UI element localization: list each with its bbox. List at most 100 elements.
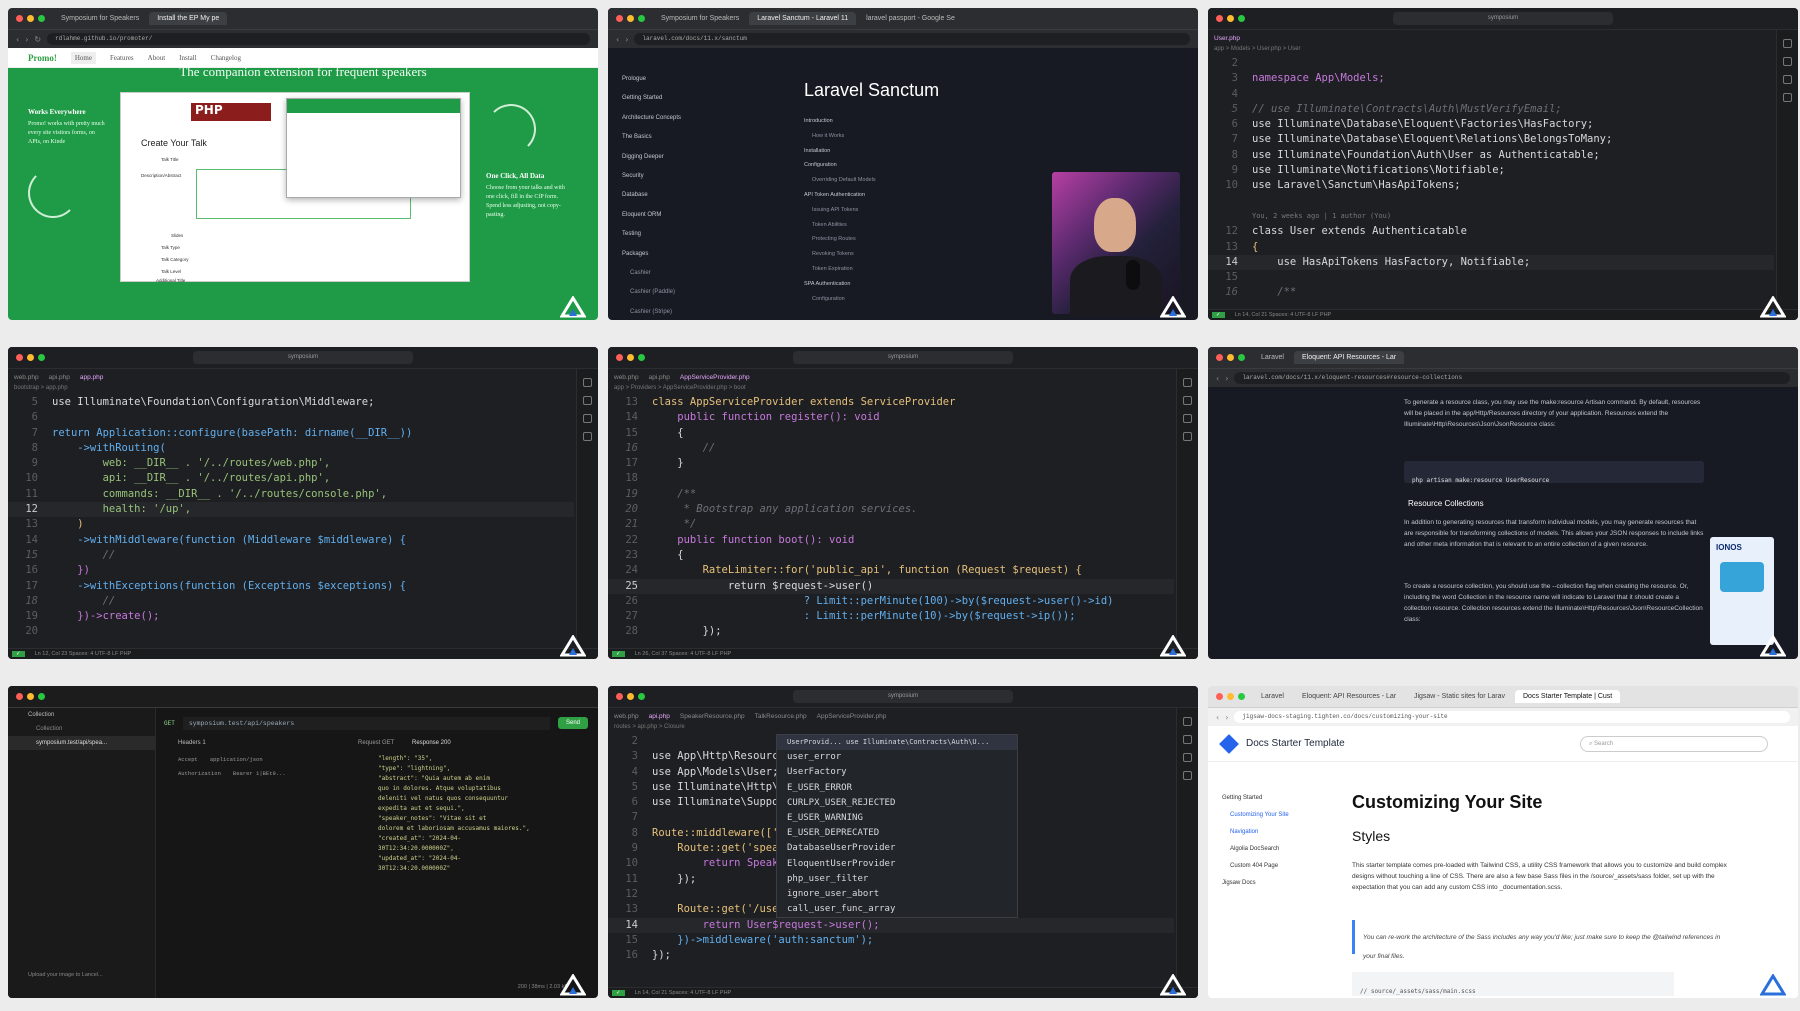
suggestion-item[interactable]: E_USER_DEPRECATED — [777, 826, 1017, 841]
site-brand[interactable]: Docs Starter Template — [1246, 738, 1345, 749]
search-icon[interactable] — [1183, 396, 1192, 405]
toc-item[interactable]: Configuration — [804, 292, 876, 307]
header-value[interactable]: Bearer 1|BEt9... — [233, 770, 286, 777]
toc-item[interactable]: How it Works — [804, 129, 876, 144]
collection-item[interactable]: Collection — [8, 722, 155, 736]
nav-item[interactable]: Eloquent ORM — [622, 206, 681, 225]
command-search[interactable]: symposium — [793, 690, 1013, 703]
back-icon[interactable]: ‹ — [616, 35, 619, 44]
suggestion-item[interactable]: E_USER_WARNING — [777, 811, 1017, 826]
nav-item[interactable]: The Basics — [622, 128, 681, 147]
suggestion-item[interactable]: EloquentUserProvider — [777, 857, 1017, 872]
nav-features[interactable]: Features — [110, 54, 134, 62]
branch-icon[interactable]: ✓ — [1212, 312, 1225, 318]
browser-tab[interactable]: laravel passport - Google Se — [858, 12, 963, 25]
send-button[interactable]: Send — [557, 717, 588, 729]
editor-tab[interactable]: web.php — [14, 374, 39, 381]
window-controls[interactable] — [1216, 15, 1245, 22]
headers-label[interactable]: Headers 1 — [178, 740, 206, 746]
editor-tab-active[interactable]: app.php — [80, 374, 104, 381]
toc-item[interactable]: Introduction — [804, 114, 876, 129]
source-control-icon[interactable] — [1183, 753, 1192, 762]
window-controls[interactable] — [616, 693, 645, 700]
explorer-icon[interactable] — [1183, 717, 1192, 726]
suggestion-item[interactable]: user_error — [777, 750, 1017, 765]
editor-tab[interactable]: web.php — [614, 713, 639, 720]
suggestion-item[interactable]: php_user_filter — [777, 872, 1017, 887]
nav-item[interactable]: Cashier — [622, 264, 681, 283]
suggestion-item[interactable]: UserFactory — [777, 765, 1017, 780]
nav-item[interactable]: Prologue — [622, 70, 681, 89]
command-search[interactable]: symposium — [1393, 12, 1613, 25]
code-editor[interactable]: 13 class AppServiceProvider extends Servi… — [608, 395, 1174, 647]
toc-item[interactable]: Overriding Default Models — [804, 173, 876, 188]
nav-item[interactable]: Packages — [622, 245, 681, 264]
nav-item[interactable]: Cashier (Paddle) — [622, 283, 681, 302]
suggestion-item[interactable]: CURLPX_USER_REJECTED — [777, 796, 1017, 811]
search-icon[interactable] — [1783, 57, 1792, 66]
url-input[interactable]: rdlahme.github.io/promoter/ — [47, 33, 590, 45]
request-url-input[interactable]: symposium.test/api/speakers — [182, 716, 550, 730]
url-input[interactable]: laravel.com/docs/11.x/sanctum — [634, 33, 1190, 45]
collection-item[interactable]: Collection — [8, 708, 155, 722]
code-editor[interactable]: 2 3 namespace App\Models; 4 5// use Illum… — [1208, 56, 1774, 308]
url-input[interactable]: jigsaw-docs-staging.tighten.co/docs/cust… — [1234, 711, 1790, 723]
nav-item[interactable]: Security — [622, 167, 681, 186]
explorer-icon[interactable] — [1783, 39, 1792, 48]
toc-item[interactable]: Configuration — [804, 158, 876, 173]
browser-tab[interactable]: Laravel — [1253, 351, 1292, 364]
nav-item[interactable]: Getting Started — [1222, 790, 1289, 807]
editor-tab[interactable]: api.php — [49, 374, 70, 381]
code-editor[interactable]: 5 use Illuminate\Foundation\Configuration… — [8, 395, 574, 647]
source-control-icon[interactable] — [1183, 414, 1192, 423]
nav-item[interactable]: Navigation — [1222, 824, 1289, 841]
editor-tab[interactable]: SpeakerResource.php — [680, 713, 745, 720]
explorer-icon[interactable] — [1183, 378, 1192, 387]
nav-about[interactable]: About — [148, 54, 166, 62]
response-tab[interactable]: Response 200 — [412, 740, 451, 746]
command-search[interactable]: symposium — [793, 351, 1013, 364]
extensions-icon[interactable] — [1183, 432, 1192, 441]
request-tab[interactable]: Request GET — [358, 740, 394, 746]
toc-item[interactable]: Issuing API Tokens — [804, 203, 876, 218]
window-controls[interactable] — [16, 693, 45, 700]
method-label[interactable]: GET — [164, 720, 175, 727]
browser-tab-active[interactable]: Eloquent: API Resources - Lar — [1293, 351, 1404, 364]
window-controls[interactable] — [1216, 693, 1245, 700]
editor-tab[interactable]: api.php — [649, 374, 670, 381]
nav-item[interactable]: Architecture Concepts — [622, 109, 681, 128]
extensions-icon[interactable] — [583, 432, 592, 441]
browser-tab[interactable]: Jigsaw - Static sites for Larav — [1406, 690, 1513, 703]
browser-tab-active[interactable]: Laravel Sanctum - Laravel 11 — [749, 12, 857, 25]
browser-tab[interactable]: Symposium for Speakers — [53, 12, 147, 25]
toc-item[interactable]: Token Expiration — [804, 262, 876, 277]
editor-tab[interactable]: AppServiceProvider.php — [817, 713, 887, 720]
browser-tab[interactable]: Eloquent: API Resources - Lar — [1294, 690, 1404, 703]
nav-changelog[interactable]: Changelog — [211, 54, 241, 62]
toc-item[interactable]: Revoking Tokens — [804, 247, 876, 262]
toc-item[interactable]: Token Abilities — [804, 218, 876, 233]
header-key[interactable]: Accept — [178, 756, 198, 763]
source-control-icon[interactable] — [583, 414, 592, 423]
window-controls[interactable] — [16, 15, 45, 22]
suggestion-item[interactable]: ignore_user_abort — [777, 887, 1017, 902]
search-icon[interactable] — [1183, 735, 1192, 744]
editor-tab-active[interactable]: api.php — [649, 713, 670, 720]
suggestion-item[interactable]: DatabaseUserProvider — [777, 841, 1017, 856]
toc-item[interactable]: SPA Authentication — [804, 277, 876, 292]
nav-install[interactable]: Install — [179, 54, 197, 62]
explorer-icon[interactable] — [583, 378, 592, 387]
nav-item[interactable]: Algolia DocSearch — [1222, 841, 1289, 858]
nav-item[interactable]: Jigsaw Docs — [1222, 875, 1289, 892]
header-key[interactable]: Authorization — [178, 770, 221, 777]
site-logo[interactable]: Promo! — [28, 53, 57, 63]
nav-item[interactable]: Cashier (Stripe) — [622, 303, 681, 320]
back-icon[interactable]: ‹ — [1216, 374, 1219, 383]
request-item[interactable]: symposium.test/api/spea... — [8, 736, 155, 750]
suggestion-item[interactable]: call_user_func_array — [777, 902, 1017, 917]
nav-item[interactable]: Getting Started — [622, 89, 681, 108]
window-controls[interactable] — [616, 15, 645, 22]
forward-icon[interactable]: › — [25, 35, 28, 44]
editor-tab-active[interactable]: AppServiceProvider.php — [680, 374, 750, 381]
url-input[interactable]: laravel.com/docs/11.x/eloquent-resources… — [1234, 372, 1790, 384]
